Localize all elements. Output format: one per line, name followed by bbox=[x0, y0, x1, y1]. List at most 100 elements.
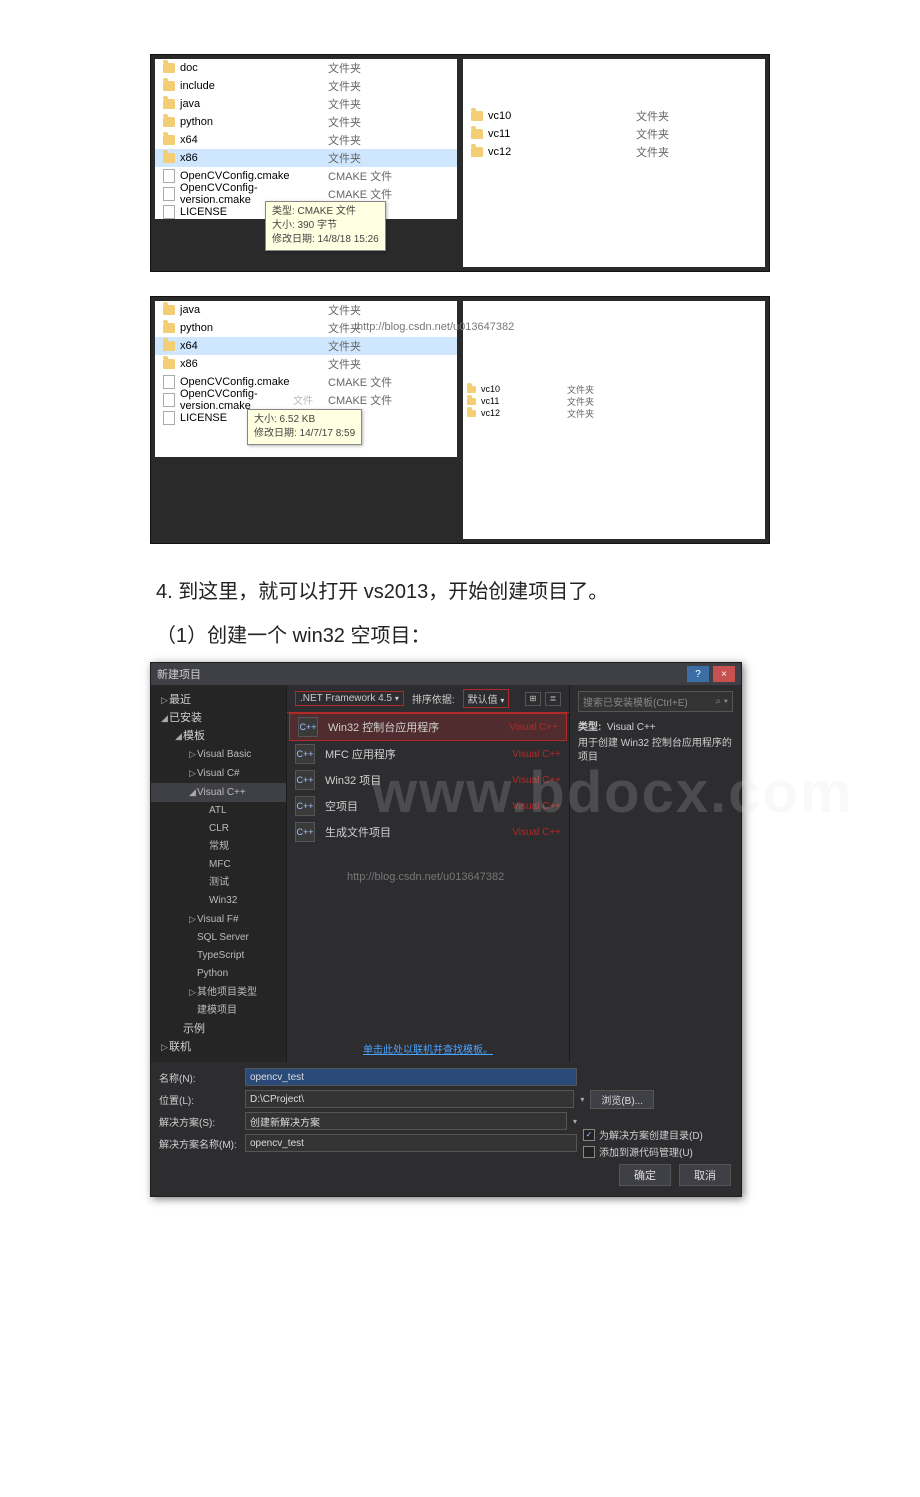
help-button[interactable]: ? bbox=[687, 666, 709, 682]
tree-label: ATL bbox=[209, 805, 227, 816]
template-icon: C++ bbox=[298, 717, 318, 737]
tree-item[interactable]: ▷其他项目类型 bbox=[151, 983, 286, 1002]
ok-button[interactable]: 确定 bbox=[619, 1164, 671, 1186]
location-input[interactable]: D:\CProject\ bbox=[245, 1090, 574, 1108]
item-name: java bbox=[180, 98, 200, 110]
explorer2-left-panel: java文件夹python文件夹x64文件夹x86文件夹OpenCVConfig… bbox=[155, 301, 457, 457]
template-row[interactable]: C++空项目Visual C++ bbox=[287, 793, 569, 819]
item-type: 文件夹 bbox=[636, 126, 765, 142]
tree-item[interactable]: 示例 bbox=[151, 1020, 286, 1038]
file-icon bbox=[163, 393, 175, 407]
solution-name-input[interactable]: opencv_test bbox=[245, 1134, 577, 1152]
tree-item[interactable]: ▷Visual C# bbox=[151, 764, 286, 783]
list-item[interactable]: java文件夹 bbox=[155, 95, 457, 113]
tree-label: 常规 bbox=[209, 841, 229, 852]
template-list[interactable]: www.bdocx.com http://blog.csdn.net/u0136… bbox=[287, 713, 569, 1035]
tree-item[interactable]: 常规 bbox=[151, 838, 286, 856]
item-type: CMAKE 文件 bbox=[328, 186, 457, 202]
sort-label: 排序依据: bbox=[412, 691, 455, 706]
tree-item[interactable]: ▷联机 bbox=[151, 1038, 286, 1056]
tree-item[interactable]: Python bbox=[151, 965, 286, 983]
tree-item[interactable]: ◢模板 bbox=[151, 727, 286, 745]
list-item[interactable]: vc10文件夹 bbox=[463, 383, 765, 395]
tree-item[interactable]: TypeScript bbox=[151, 947, 286, 965]
source-control-checkbox[interactable]: 添加到源代码管理(U) bbox=[583, 1143, 733, 1160]
solution-dropdown[interactable]: 创建新解决方案 bbox=[245, 1112, 567, 1130]
tree-item[interactable]: CLR bbox=[151, 820, 286, 838]
list-item[interactable]: vc11文件夹 bbox=[463, 125, 765, 143]
close-button[interactable]: × bbox=[713, 666, 735, 682]
list-item[interactable]: x64 文件夹 bbox=[155, 131, 457, 149]
tree-item[interactable]: Win32 bbox=[151, 892, 286, 910]
list-item[interactable]: vc12文件夹 bbox=[463, 143, 765, 161]
tree-item[interactable]: ATL bbox=[151, 802, 286, 820]
list-item[interactable]: x86文件夹 bbox=[155, 355, 457, 373]
search-input[interactable]: 搜索已安装模板(Ctrl+E) ⌕ ▾ bbox=[578, 691, 733, 712]
overlay-type: 文件 bbox=[293, 392, 313, 407]
list-item[interactable]: vc11文件夹 bbox=[463, 395, 765, 407]
tree-label: 测试 bbox=[209, 877, 229, 888]
list-item[interactable]: python文件夹 bbox=[155, 113, 457, 131]
sort-dropdown[interactable]: 默认值 ▾ bbox=[463, 689, 510, 708]
list-item[interactable]: python文件夹 bbox=[155, 319, 457, 337]
expand-icon[interactable]: ▷ bbox=[189, 911, 197, 927]
browse-button[interactable]: 浏览(B)... bbox=[590, 1090, 654, 1109]
tree-label: 最近 bbox=[169, 694, 191, 706]
create-dir-checkbox[interactable]: 为解决方案创建目录(D) bbox=[583, 1126, 733, 1143]
tree-item[interactable]: MFC bbox=[151, 856, 286, 874]
expand-icon[interactable]: ◢ bbox=[175, 728, 183, 744]
tree-item[interactable]: 测试 bbox=[151, 874, 286, 892]
tree-item[interactable]: ▷Visual Basic bbox=[151, 745, 286, 764]
list-item[interactable]: doc文件夹 bbox=[155, 59, 457, 77]
explorer-screenshot-2: java文件夹python文件夹x64文件夹x86文件夹OpenCVConfig… bbox=[150, 296, 770, 544]
template-tree[interactable]: ▷最近◢已安装◢模板▷Visual Basic▷Visual C#◢Visual… bbox=[151, 685, 287, 1062]
view-icon-list[interactable]: ≣ bbox=[545, 692, 561, 706]
list-item[interactable]: x64文件夹 bbox=[155, 337, 457, 355]
view-icon-large[interactable]: ⊞ bbox=[525, 692, 541, 706]
tree-item[interactable]: ◢已安装 bbox=[151, 709, 286, 727]
tree-item[interactable]: ▷Visual F# bbox=[151, 910, 286, 929]
name-input[interactable]: opencv_test bbox=[245, 1068, 577, 1086]
explorer-right-panel: vc10文件夹vc11文件夹vc12文件夹 bbox=[463, 59, 765, 267]
template-row[interactable]: C++MFC 应用程序Visual C++ bbox=[287, 741, 569, 767]
template-toolbar[interactable]: .NET Framework 4.5 ▾ 排序依据: 默认值 ▾ ⊞ ≣ bbox=[287, 685, 569, 713]
template-name: 空项目 bbox=[325, 798, 358, 814]
expand-icon[interactable]: ◢ bbox=[189, 784, 197, 800]
tree-label: TypeScript bbox=[197, 950, 244, 961]
folder-icon bbox=[163, 135, 175, 145]
tree-label: Python bbox=[197, 968, 228, 979]
file-icon bbox=[163, 169, 175, 183]
tree-item[interactable]: SQL Server bbox=[151, 929, 286, 947]
tree-item[interactable]: 建模项目 bbox=[151, 1002, 286, 1020]
list-item[interactable]: java文件夹 bbox=[155, 301, 457, 319]
template-row[interactable]: C++生成文件项目Visual C++ bbox=[287, 819, 569, 845]
template-row[interactable]: C++Win32 项目Visual C++ bbox=[287, 767, 569, 793]
tree-item[interactable]: ◢Visual C++ bbox=[151, 783, 286, 802]
expand-icon[interactable]: ▷ bbox=[189, 765, 197, 781]
expand-icon[interactable]: ▷ bbox=[161, 1039, 169, 1055]
list-item[interactable]: vc12文件夹 bbox=[463, 407, 765, 419]
template-row[interactable]: C++Win32 控制台应用程序Visual C++ bbox=[289, 713, 567, 741]
expand-icon[interactable]: ▷ bbox=[189, 984, 197, 1000]
dialog-title: 新建项目 bbox=[157, 666, 201, 682]
explorer-screenshot-1: doc文件夹include文件夹java文件夹python文件夹x64文件夹x8… bbox=[150, 54, 770, 272]
tree-item[interactable]: ▷最近 bbox=[151, 691, 286, 709]
folder-icon bbox=[163, 323, 175, 333]
list-item[interactable]: vc10文件夹 bbox=[463, 107, 765, 125]
item-type: 文件夹 bbox=[328, 132, 457, 148]
cancel-button[interactable]: 取消 bbox=[679, 1164, 731, 1186]
framework-dropdown[interactable]: .NET Framework 4.5 ▾ bbox=[295, 691, 404, 706]
list-item[interactable]: x86文件夹 bbox=[155, 149, 457, 167]
list-item[interactable]: include文件夹 bbox=[155, 77, 457, 95]
template-lang: Visual C++ bbox=[512, 801, 561, 812]
online-search-link[interactable]: 单击此处以联机并查找模板。 bbox=[363, 1045, 493, 1056]
item-name: doc bbox=[180, 62, 198, 74]
expand-icon[interactable]: ▷ bbox=[161, 692, 169, 708]
dialog-title-bar[interactable]: 新建项目 ? × bbox=[151, 663, 741, 685]
item-name: x64 bbox=[180, 134, 198, 146]
template-name: MFC 应用程序 bbox=[325, 746, 396, 762]
item-type: 文件夹 bbox=[328, 302, 457, 318]
search-icon[interactable]: ⌕ ▾ bbox=[715, 696, 728, 707]
expand-icon[interactable]: ◢ bbox=[161, 710, 169, 726]
expand-icon[interactable]: ▷ bbox=[189, 746, 197, 762]
